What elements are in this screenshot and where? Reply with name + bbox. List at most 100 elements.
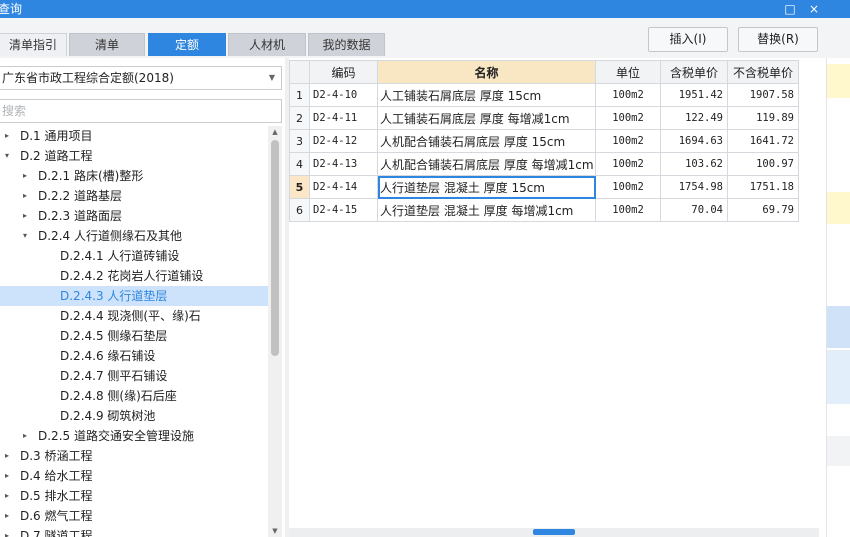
- expand-arrow-right-icon[interactable]: ▸: [20, 206, 30, 226]
- cell-code[interactable]: D2-4-15: [309, 198, 378, 222]
- cell-price-excl-tax[interactable]: 1751.18: [727, 175, 799, 199]
- cell-code[interactable]: D2-4-10: [309, 83, 378, 107]
- tree-node[interactable]: D.2.4.1 人行道砖铺设: [0, 246, 268, 266]
- search-input[interactable]: 搜索: [0, 99, 282, 123]
- close-icon[interactable]: ×: [805, 0, 823, 18]
- tree-node[interactable]: ▸ D.7 隧道工程: [0, 526, 268, 537]
- tree-node[interactable]: ▸ D.2.1 路床(槽)整形: [0, 166, 268, 186]
- cell-name[interactable]: 人行道垫层 混凝土 厚度 15cm: [377, 175, 596, 199]
- tree-node-label: D.4 给水工程: [20, 469, 93, 483]
- cell-price-excl-tax[interactable]: 69.79: [727, 198, 799, 222]
- partial-cell: [827, 436, 850, 466]
- insert-button[interactable]: 插入(I): [648, 27, 728, 52]
- cell-name[interactable]: 人行道垫层 混凝土 厚度 每增减1cm: [377, 198, 596, 222]
- header-price-excl-tax[interactable]: 不含税单价: [727, 60, 799, 84]
- expand-arrow-right-icon[interactable]: ▸: [20, 186, 30, 206]
- tab-bill[interactable]: 清单: [69, 33, 145, 56]
- row-number[interactable]: 6: [289, 198, 310, 222]
- cell-unit[interactable]: 100m2: [595, 175, 661, 199]
- cell-price-excl-tax[interactable]: 119.89: [727, 106, 799, 130]
- tree-node[interactable]: ▸ D.2.5 道路交通安全管理设施: [0, 426, 268, 446]
- tree-scrollbar[interactable]: ▲ ▼: [268, 126, 282, 537]
- table-row[interactable]: 6 D2-4-15 人行道垫层 混凝土 厚度 每增减1cm 100m2 70.04 69.…: [289, 198, 799, 222]
- tree-node[interactable]: ▸ D.3 桥涵工程: [0, 446, 268, 466]
- cell-unit[interactable]: 100m2: [595, 129, 661, 153]
- expand-arrow-right-icon[interactable]: ▸: [20, 166, 30, 186]
- table-row[interactable]: 3 D2-4-12 人机配合铺装石屑底层 厚度 15cm 100m2 1694.63 16…: [289, 129, 799, 153]
- library-select[interactable]: 广东省市政工程综合定额(2018) ▼: [0, 66, 282, 90]
- cell-price-excl-tax[interactable]: 100.97: [727, 152, 799, 176]
- cell-price-incl-tax[interactable]: 1694.63: [660, 129, 728, 153]
- cell-code[interactable]: D2-4-14: [309, 175, 378, 199]
- cell-price-incl-tax[interactable]: 70.04: [660, 198, 728, 222]
- tree-node[interactable]: D.2.4.6 缘石铺设: [0, 346, 268, 366]
- tree-node[interactable]: D.2.4.5 侧缘石垫层: [0, 326, 268, 346]
- scroll-grip[interactable]: [533, 529, 575, 535]
- row-number[interactable]: 2: [289, 106, 310, 130]
- expand-arrow-down-icon[interactable]: ▾: [2, 146, 12, 166]
- expand-arrow-down-icon[interactable]: ▾: [20, 226, 30, 246]
- cell-price-incl-tax[interactable]: 1951.42: [660, 83, 728, 107]
- tree-node[interactable]: ▸ D.1 通用项目: [0, 126, 268, 146]
- tab-labor-material-machine[interactable]: 人材机: [228, 33, 306, 56]
- cell-price-incl-tax[interactable]: 122.49: [660, 106, 728, 130]
- cell-name[interactable]: 人机配合铺装石屑底层 厚度 每增减1cm: [377, 152, 596, 176]
- cell-name[interactable]: 人机配合铺装石屑底层 厚度 15cm: [377, 129, 596, 153]
- cell-code[interactable]: D2-4-13: [309, 152, 378, 176]
- scroll-thumb[interactable]: [271, 140, 279, 356]
- tree-node[interactable]: D.2.4.7 侧平石铺设: [0, 366, 268, 386]
- tree-node[interactable]: ▾ D.2 道路工程: [0, 146, 268, 166]
- cell-unit[interactable]: 100m2: [595, 198, 661, 222]
- cell-name[interactable]: 人工铺装石屑底层 厚度 每增减1cm: [377, 106, 596, 130]
- cell-price-excl-tax[interactable]: 1641.72: [727, 129, 799, 153]
- tab-my-data[interactable]: 我的数据: [308, 33, 385, 56]
- expand-arrow-right-icon[interactable]: ▸: [2, 506, 12, 526]
- table-horizontal-scrollbar[interactable]: [289, 528, 819, 537]
- cell-price-excl-tax[interactable]: 1907.58: [727, 83, 799, 107]
- row-number[interactable]: 5: [289, 175, 310, 199]
- expand-arrow-right-icon[interactable]: ▸: [2, 446, 12, 466]
- table-row[interactable]: 5 D2-4-14 人行道垫层 混凝土 厚度 15cm 100m2 1754.98 175…: [289, 175, 799, 199]
- expand-arrow-right-icon[interactable]: ▸: [2, 526, 12, 537]
- scroll-up-icon[interactable]: ▲: [268, 126, 282, 138]
- cell-unit[interactable]: 100m2: [595, 106, 661, 130]
- expand-arrow-right-icon[interactable]: ▸: [2, 486, 12, 506]
- expand-arrow-right-icon[interactable]: ▸: [20, 426, 30, 446]
- tree-node[interactable]: D.2.4.8 侧(缘)石后座: [0, 386, 268, 406]
- table-row[interactable]: 2 D2-4-11 人工铺装石屑底层 厚度 每增减1cm 100m2 122.49 119…: [289, 106, 799, 130]
- partial-selected-cell: [827, 350, 850, 404]
- table-row[interactable]: 4 D2-4-13 人机配合铺装石屑底层 厚度 每增减1cm 100m2 103.62 1…: [289, 152, 799, 176]
- tree-node[interactable]: ▸ D.5 排水工程: [0, 486, 268, 506]
- cell-unit[interactable]: 100m2: [595, 152, 661, 176]
- replace-button[interactable]: 替换(R): [738, 27, 818, 52]
- tree-node[interactable]: ▸ D.6 燃气工程: [0, 506, 268, 526]
- row-number[interactable]: 1: [289, 83, 310, 107]
- header-price-incl-tax[interactable]: 含税单价: [660, 60, 728, 84]
- header-name[interactable]: 名称: [377, 60, 596, 84]
- tree-node[interactable]: D.2.4.2 花岗岩人行道铺设: [0, 266, 268, 286]
- header-unit[interactable]: 单位: [595, 60, 661, 84]
- header-code[interactable]: 编码: [309, 60, 378, 84]
- scroll-down-icon[interactable]: ▼: [268, 525, 282, 537]
- tab-list-guide[interactable]: 清单指引: [0, 33, 67, 56]
- cell-code[interactable]: D2-4-11: [309, 106, 378, 130]
- tree-node[interactable]: ▸ D.4 给水工程: [0, 466, 268, 486]
- cell-name[interactable]: 人工铺装石屑底层 厚度 15cm: [377, 83, 596, 107]
- restore-icon[interactable]: □: [781, 0, 799, 18]
- expand-arrow-right-icon[interactable]: ▸: [2, 126, 12, 146]
- cell-price-incl-tax[interactable]: 1754.98: [660, 175, 728, 199]
- table-row[interactable]: 1 D2-4-10 人工铺装石屑底层 厚度 15cm 100m2 1951.42 1907…: [289, 83, 799, 107]
- tree-node[interactable]: D.2.4.4 现浇侧(平、缘)石: [0, 306, 268, 326]
- tree-node[interactable]: ▾ D.2.4 人行道侧缘石及其他: [0, 226, 268, 246]
- tree-node[interactable]: D.2.4.3 人行道垫层: [0, 286, 268, 306]
- expand-arrow-right-icon[interactable]: ▸: [2, 466, 12, 486]
- tree-node[interactable]: D.2.4.9 砌筑树池: [0, 406, 268, 426]
- tab-quota[interactable]: 定额: [148, 33, 226, 56]
- tree-node[interactable]: ▸ D.2.3 道路面层: [0, 206, 268, 226]
- row-number[interactable]: 3: [289, 129, 310, 153]
- tree-node[interactable]: ▸ D.2.2 道路基层: [0, 186, 268, 206]
- cell-unit[interactable]: 100m2: [595, 83, 661, 107]
- cell-code[interactable]: D2-4-12: [309, 129, 378, 153]
- cell-price-incl-tax[interactable]: 103.62: [660, 152, 728, 176]
- row-number[interactable]: 4: [289, 152, 310, 176]
